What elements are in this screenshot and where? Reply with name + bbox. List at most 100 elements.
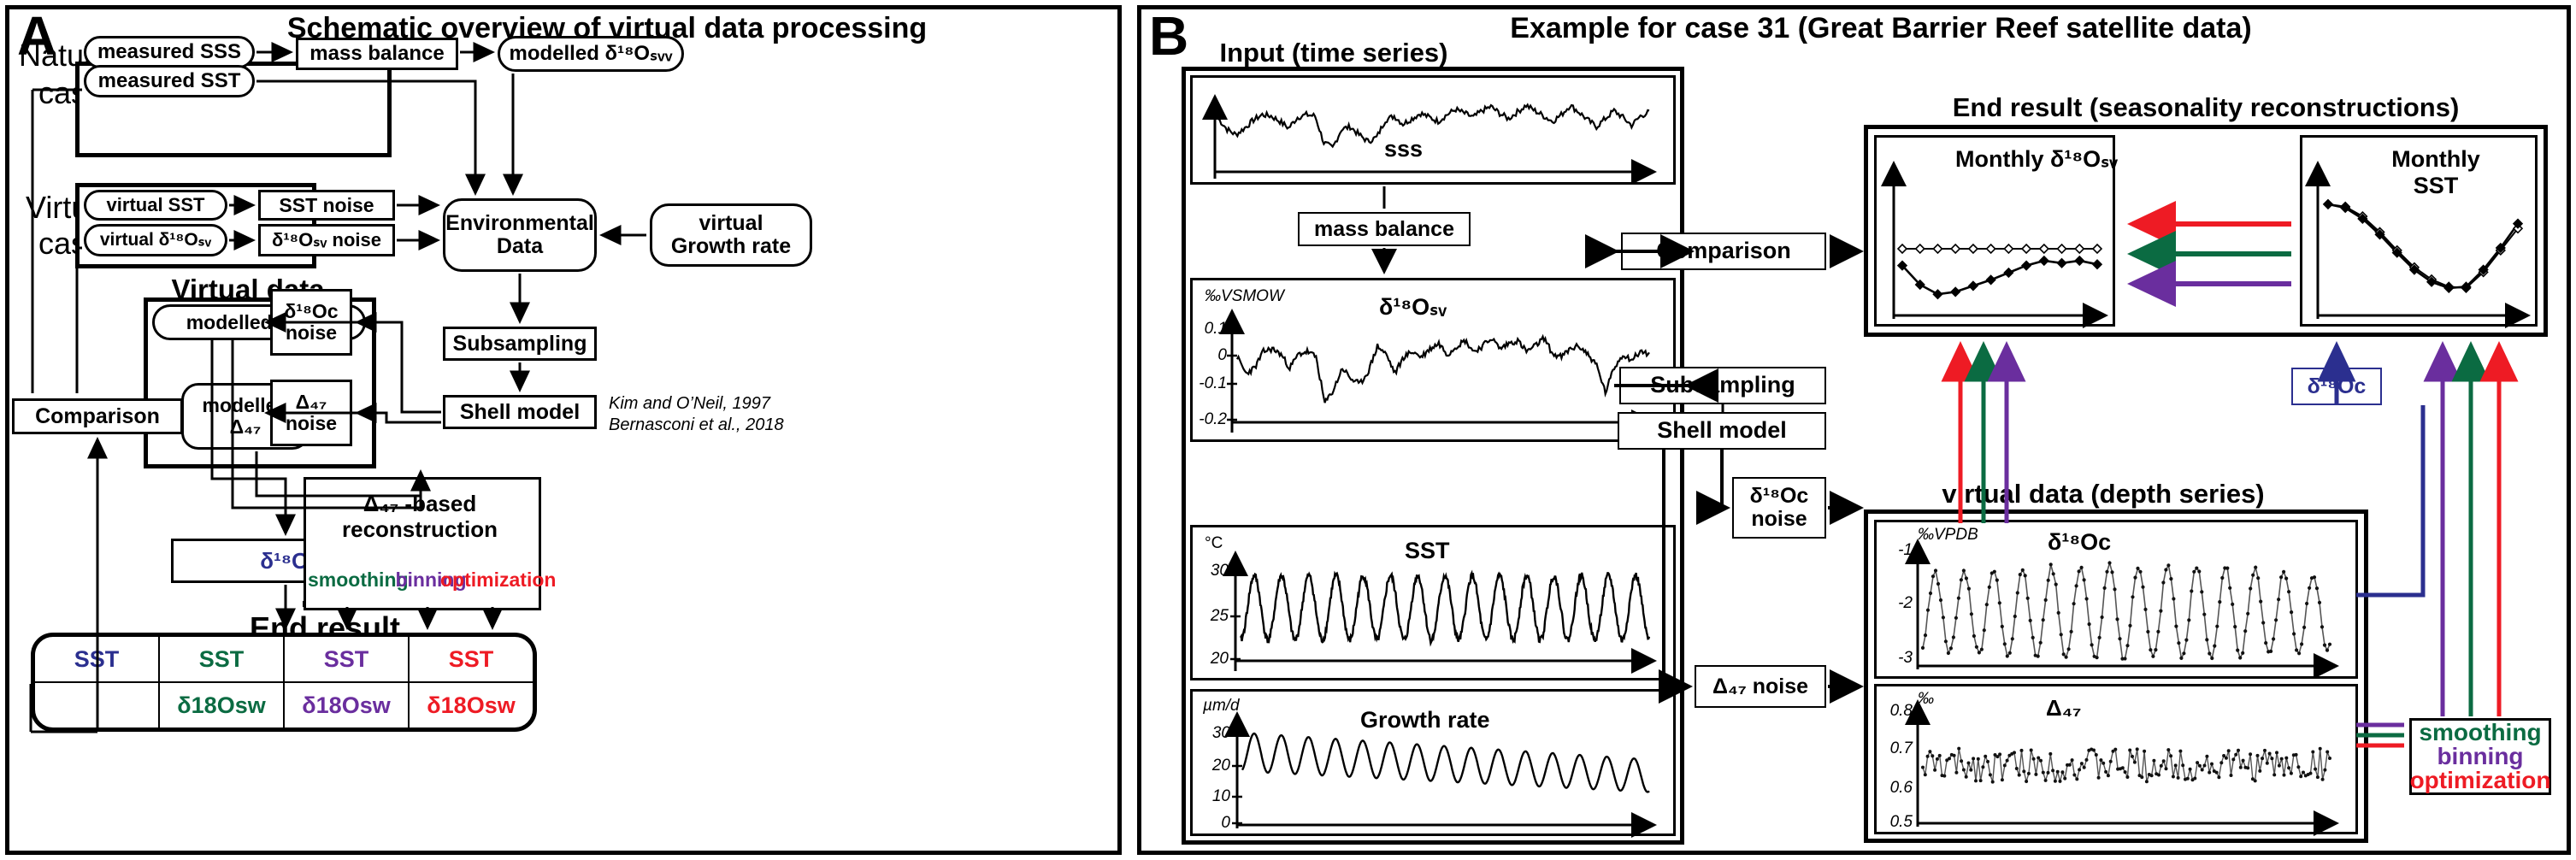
node-D47-noise-b-label: Δ₄₇ noise <box>1712 674 1809 698</box>
er-d18Osw-2: δ18Osw <box>302 692 391 718</box>
node-modelled-d18Osw-label: modelled δ¹⁸Oₛᵥᵥ <box>509 42 673 66</box>
node-sst-noise[interactable]: SST noise <box>258 190 395 221</box>
node-d18Osw-noise[interactable]: δ¹⁸Oₛᵥ noise <box>258 224 395 256</box>
plot-sst-title: SST <box>1405 538 1450 563</box>
citation-list: Kim and O’Neil, 1997 Bernasconi et al., … <box>609 393 831 436</box>
end-result-table: SST SST δ18Osw SST δ18Osw SST δ18Osw <box>31 633 537 732</box>
er-sst-3: SST <box>410 637 533 683</box>
er-sst-1: SST <box>160 637 283 683</box>
plot-d18Osw-title: δ¹⁸Oₛᵥ <box>1379 294 1447 321</box>
er-d18Osw-3: δ18Osw <box>427 692 516 718</box>
panel-b-input-heading: Input (time series) <box>1219 38 1448 68</box>
legend-optimization: optimization <box>2409 767 2551 793</box>
er-d18Osw-0 <box>35 683 158 727</box>
citation-1: Kim and O’Neil, 1997 <box>609 394 770 413</box>
node-d18Oc-noise-b[interactable]: δ¹⁸Oᴄ noise <box>1732 477 1826 539</box>
node-mass-balance[interactable]: mass balance <box>296 38 458 70</box>
plot-monthly-sst: Monthly SST <box>2300 135 2538 328</box>
node-d18Oc-noise-b-label: δ¹⁸Oᴄ noise <box>1749 484 1809 531</box>
plot-d18Osw-tick-1: 0 <box>1217 346 1227 364</box>
plot-virtual-D47-tick-3: 0.5 <box>1889 813 1913 831</box>
node-virtual-sst[interactable]: virtual SST <box>84 190 227 221</box>
node-d18Osw-noise-label: δ¹⁸Oₛᵥ noise <box>272 229 381 251</box>
node-D47-noise-label: Δ₄₇ noise <box>285 391 338 434</box>
method-optimization-a[interactable]: optimization <box>440 568 556 592</box>
node-measured-sss[interactable]: measured SSS <box>84 36 255 68</box>
legend-binning: binning <box>2437 743 2524 769</box>
node-d18Oc-noise[interactable]: δ¹⁸Oᴄ noise <box>270 289 352 356</box>
plot-virtual-d18Oc-ylabel: ‰VPDB <box>1918 526 1978 544</box>
plot-sst-tick-0: 30 <box>1210 562 1229 580</box>
plot-virtual-d18Oc-svg <box>1905 539 2339 679</box>
plot-sss-title: sss <box>1384 136 1424 162</box>
node-D47-noise[interactable]: Δ₄₇ noise <box>270 380 352 446</box>
plot-virtual-D47-tick-2: 0.6 <box>1889 779 1913 797</box>
panel-b-virtualdata-heading: virtual data (depth series) <box>1942 479 2265 509</box>
plot-growthrate-title: Growth rate <box>1360 707 1490 733</box>
node-D47-noise-b[interactable]: Δ₄₇ noise <box>1695 665 1826 708</box>
panel-b-letter: B <box>1149 5 1189 67</box>
er-column-1: SST δ18Osw <box>160 637 285 727</box>
plot-d18Osw-tick-0: 0.1 <box>1204 320 1227 338</box>
node-subsampling-b[interactable]: Subsampling <box>1619 367 1826 404</box>
node-d18Oc-tag-b-label: δ¹⁸Oᴄ <box>2307 374 2367 398</box>
plot-virtual-d18Oc-tick-1: -2 <box>1898 594 1913 612</box>
er-column-0: SST <box>35 637 160 727</box>
er-d18Osw-1: δ18Osw <box>177 692 266 718</box>
node-d18Oc-tag-b[interactable]: δ¹⁸Oᴄ <box>2291 368 2382 405</box>
figure-root: A Schematic overview of virtual data pro… <box>0 0 2576 860</box>
plot-d18Osw-tick-2: -0.1 <box>1199 374 1227 392</box>
plot-virtual-D47-tick-1: 0.7 <box>1889 739 1913 757</box>
plot-virtual-D47-title-text: Δ₄₇ <box>2046 695 2082 721</box>
plot-virtual-D47-ylabel: ‰ <box>1918 690 1934 708</box>
plot-sss: sss <box>1190 75 1676 185</box>
er-column-2: SST δ18Osw <box>285 637 410 727</box>
plot-sss-svg <box>1202 94 1657 185</box>
plot-growthrate-ylabel: µm/d <box>1203 697 1240 715</box>
plot-virtual-d18Oc-tick-2: -3 <box>1898 649 1913 667</box>
legend-smoothing: smoothing <box>2419 719 2542 745</box>
plot-d18Osw: ‰VSMOW δ¹⁸Oₛᵥ 0.1 0 -0.1 -0.2 <box>1190 278 1676 442</box>
plot-monthly-sst-title: Monthly SST <box>2391 146 2480 199</box>
plot-sst: °C SST 30 25 20 <box>1190 525 1676 680</box>
plot-growthrate-tick-0: 30 <box>1211 724 1230 742</box>
plot-sst-tick-2: 20 <box>1210 650 1229 668</box>
node-mass-balance-b[interactable]: mass balance <box>1298 212 1471 246</box>
plot-growthrate-tick-1: 20 <box>1211 757 1230 775</box>
plot-d18Osw-title-text: δ¹⁸Oₛᵥ <box>1379 294 1447 320</box>
plot-virtual-d18Oc: ‰VPDB δ¹⁸Oᴄ -1 -2 -3 <box>1874 520 2358 679</box>
plot-growthrate-tick-2: 10 <box>1211 787 1230 805</box>
node-subsampling[interactable]: Subsampling <box>443 327 597 361</box>
node-virtual-d18Osw-label: virtual δ¹⁸Oₛᵥ <box>99 229 212 250</box>
node-d18Oc-noise-label: δ¹⁸Oᴄ noise <box>284 300 339 344</box>
plot-growthrate-tick-3: 0 <box>1221 814 1230 832</box>
node-virtual-growth-rate[interactable]: virtual Growth rate <box>650 203 812 267</box>
plot-monthly-d18Osw: Monthly δ¹⁸Oₛᵥ <box>1874 135 2119 328</box>
plot-sst-ylabel: °C <box>1205 534 1223 552</box>
er-column-3: SST δ18Osw <box>410 637 533 727</box>
er-sst-0: SST <box>35 637 158 683</box>
node-measured-sst[interactable]: measured SST <box>84 65 255 97</box>
plot-d18Osw-tick-3: -0.2 <box>1199 410 1227 428</box>
node-shell-model[interactable]: Shell model <box>443 395 597 429</box>
node-environmental-data[interactable]: Environmental Data <box>443 198 597 272</box>
node-virtual-d18Osw[interactable]: virtual δ¹⁸Oₛᵥ <box>84 224 227 256</box>
plot-virtual-d18Oc-tick-0: -1 <box>1898 541 1913 559</box>
plot-virtual-D47: ‰ Δ₄₇ 0.8 0.7 0.6 0.5 <box>1874 684 2358 836</box>
node-shell-model-b[interactable]: Shell model <box>1618 412 1826 450</box>
plot-d18Osw-ylabel: ‰VSMOW <box>1205 287 1284 305</box>
er-sst-2: SST <box>285 637 408 683</box>
reconstruction-label: Δ₄₇ -based reconstruction <box>341 491 498 542</box>
citation-2: Bernasconi et al., 2018 <box>609 415 784 434</box>
panel-b-endresult-heading: End result (seasonality reconstructions) <box>1952 92 2460 122</box>
plot-monthly-d18Osw-title-text: Monthly δ¹⁸Oₛᵥ <box>1955 146 2119 172</box>
node-comparison-a[interactable]: Comparison <box>12 398 183 434</box>
node-comparison-b[interactable]: Comparison <box>1621 233 1826 270</box>
plot-virtual-d18Oc-title-text: δ¹⁸Oᴄ <box>2048 529 2112 555</box>
plot-virtual-d18Oc-title: δ¹⁸Oᴄ <box>2048 529 2111 556</box>
plot-virtual-D47-tick-0: 0.8 <box>1889 702 1913 720</box>
plot-virtual-D47-svg <box>1905 699 2339 836</box>
plot-sst-tick-1: 25 <box>1210 607 1229 625</box>
method-smoothing-a[interactable]: smoothing <box>308 568 409 592</box>
node-modelled-d18Osw[interactable]: modelled δ¹⁸Oₛᵥᵥ <box>498 36 684 72</box>
